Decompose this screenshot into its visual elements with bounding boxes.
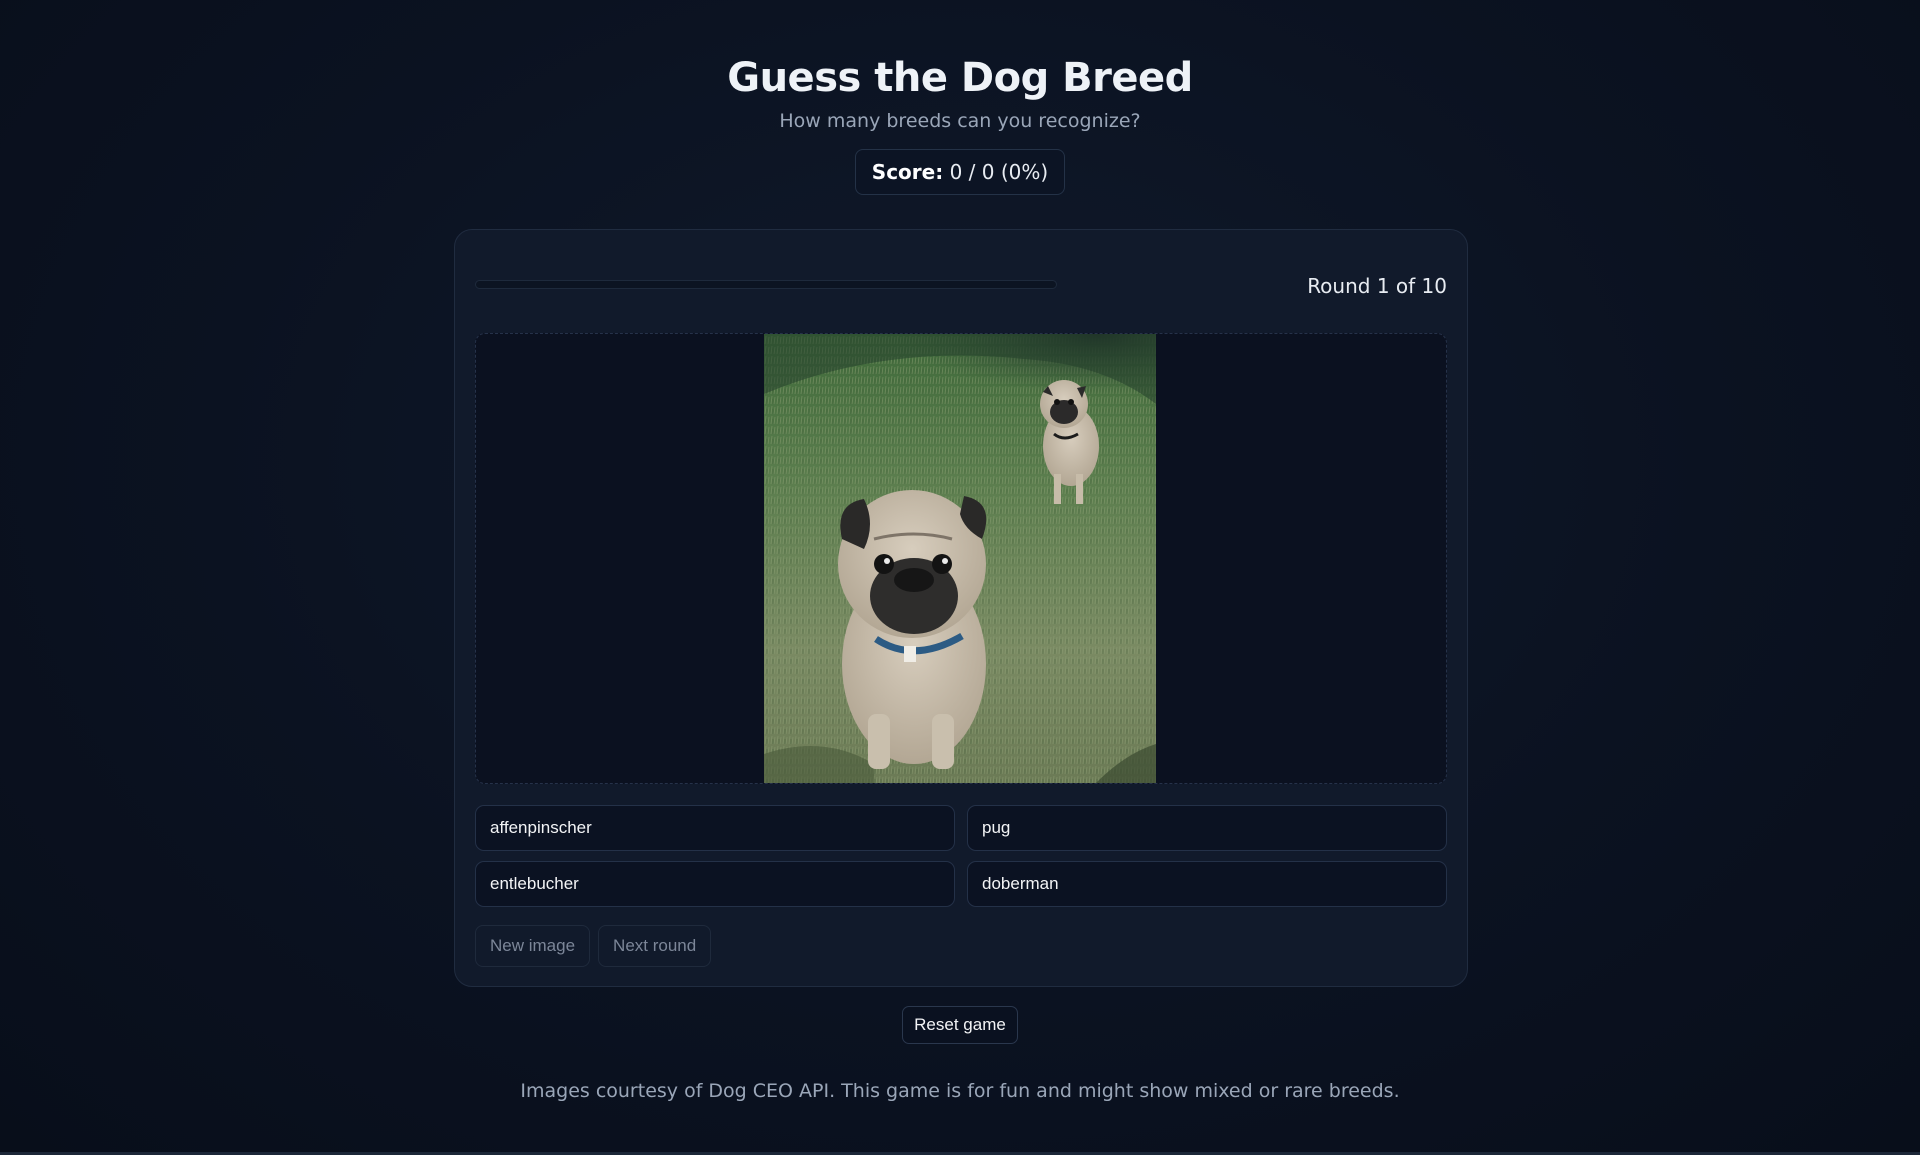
reset-game-button[interactable]: Reset game <box>902 1006 1018 1044</box>
new-image-button[interactable]: New image <box>475 925 591 967</box>
choice-button-pug[interactable]: pug <box>967 805 1447 851</box>
choice-button-affenpinscher[interactable]: affenpinscher <box>475 805 955 851</box>
score-label: Score: <box>871 160 944 184</box>
round-progress-bar <box>475 280 1057 289</box>
next-round-button[interactable]: Next round <box>598 925 712 967</box>
page-subtitle: How many breeds can you recognize? <box>779 110 1141 132</box>
page-title: Guess the Dog Breed <box>727 55 1193 101</box>
round-actions: New image Next round <box>475 925 719 967</box>
page-header: Guess the Dog Breed How many breeds can … <box>0 52 1920 195</box>
choice-button-entlebucher[interactable]: entlebucher <box>475 861 955 907</box>
round-indicator: Round 1 of 10 <box>1307 274 1447 298</box>
dog-image-frame <box>475 333 1447 784</box>
dog-photo <box>764 334 1156 783</box>
score-value: 0 / 0 (0%) <box>949 160 1049 184</box>
score-badge: Score: 0 / 0 (0%) <box>854 149 1066 195</box>
footer-note: Images courtesy of Dog CEO API. This gam… <box>520 1080 1400 1102</box>
choice-button-doberman[interactable]: doberman <box>967 861 1447 907</box>
game-card: Round 1 of 10 affenpinscher pug entlebuc… <box>454 229 1468 987</box>
